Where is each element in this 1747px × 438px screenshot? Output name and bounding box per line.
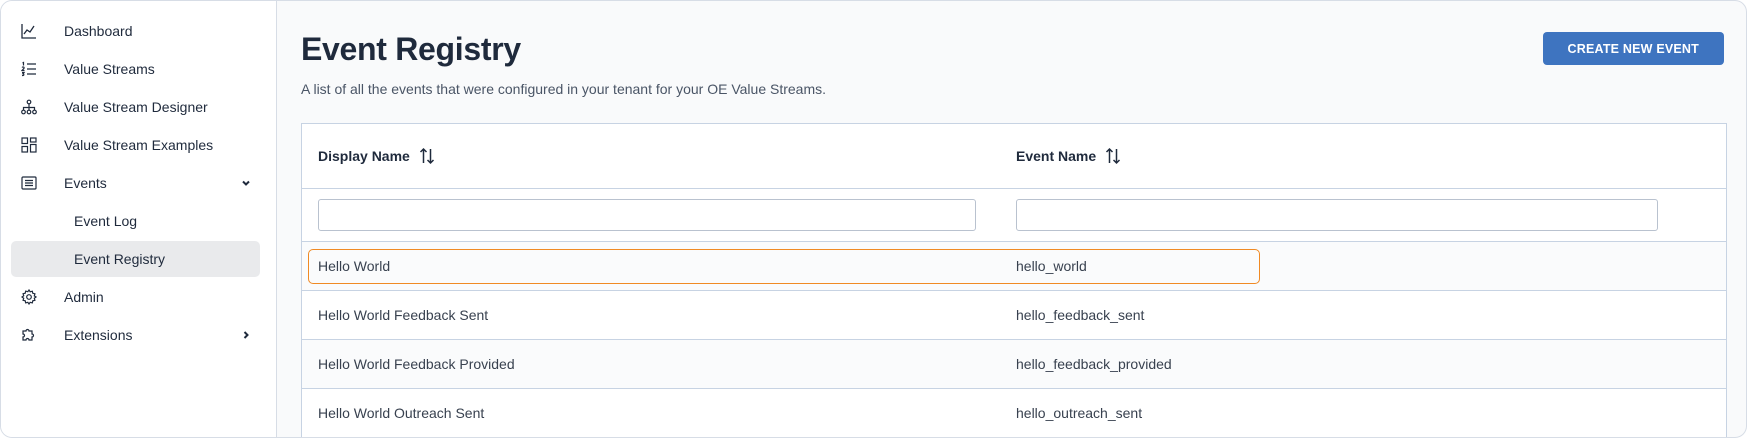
sort-icon[interactable] <box>418 147 436 165</box>
sitemap-icon <box>20 98 38 116</box>
list-numbered-icon <box>20 60 38 78</box>
page-subtitle: A list of all the events that were confi… <box>301 81 827 97</box>
sidebar-item-label: Event Log <box>74 213 138 229</box>
event-table: Display Name Event Name Hello World hell… <box>301 123 1727 437</box>
sidebar-item-admin[interactable]: Admin <box>11 279 260 315</box>
sidebar-item-label: Dashboard <box>64 23 133 39</box>
chart-line-icon <box>20 22 38 40</box>
column-header-event-name[interactable]: Event Name <box>1016 147 1726 165</box>
chevron-right-icon[interactable] <box>238 327 254 343</box>
sidebar-item-label: Extensions <box>64 327 133 343</box>
sidebar-item-event-registry[interactable]: Event Registry <box>11 241 260 277</box>
event-name-cell: hello_feedback_provided <box>1016 356 1172 372</box>
sidebar: Dashboard Value Streams Value Stream Des… <box>1 1 277 437</box>
chevron-down-icon[interactable] <box>238 175 254 191</box>
sort-icon[interactable] <box>1104 147 1122 165</box>
table-body: Hello World hello_world Hello World Feed… <box>302 242 1726 437</box>
event-name-cell: hello_outreach_sent <box>1016 405 1143 421</box>
page-title: Event Registry <box>301 31 521 67</box>
display-name-cell: Hello World Feedback Sent <box>318 307 489 323</box>
sidebar-item-label: Event Registry <box>74 251 166 267</box>
sidebar-item-extensions[interactable]: Extensions <box>11 317 260 353</box>
display-name-cell: Hello World Feedback Provided <box>318 356 515 372</box>
event-name-filter-input[interactable] <box>1016 199 1658 231</box>
filter-row <box>302 189 1726 242</box>
grid-icon <box>20 136 38 154</box>
sidebar-item-value-stream-designer[interactable]: Value Stream Designer <box>11 89 260 125</box>
sidebar-item-label: Value Stream Designer <box>64 99 208 115</box>
create-new-event-button[interactable]: CREATE NEW EVENT <box>1542 32 1724 65</box>
event-name-cell: hello_feedback_sent <box>1016 307 1145 323</box>
sidebar-item-label: Value Streams <box>64 61 155 77</box>
sidebar-item-label: Value Stream Examples <box>64 137 214 153</box>
sidebar-item-label: Admin <box>64 289 104 305</box>
table-row[interactable]: Hello World Feedback Sent hello_feedback… <box>302 291 1726 340</box>
table-header: Display Name Event Name <box>302 124 1726 189</box>
display-name-filter-input[interactable] <box>318 199 976 231</box>
event-name-cell: hello_world <box>1016 258 1087 274</box>
sidebar-item-event-log[interactable]: Event Log <box>11 203 260 239</box>
table-row[interactable]: Hello World hello_world <box>302 242 1726 291</box>
app-window: Dashboard Value Streams Value Stream Des… <box>0 0 1747 438</box>
sidebar-item-value-streams[interactable]: Value Streams <box>11 51 260 87</box>
gear-icon <box>20 288 38 306</box>
sidebar-item-label: Events <box>64 175 107 191</box>
table-row[interactable]: Hello World Feedback Provided hello_feed… <box>302 340 1726 389</box>
display-name-cell: Hello World <box>318 258 391 274</box>
list-box-icon <box>20 174 38 192</box>
puzzle-icon <box>20 326 38 344</box>
sidebar-item-dashboard[interactable]: Dashboard <box>11 13 260 49</box>
column-header-display-name[interactable]: Display Name <box>302 147 1016 165</box>
sidebar-item-events[interactable]: Events <box>11 165 260 201</box>
main-content: Event Registry A list of all the events … <box>277 1 1746 437</box>
sidebar-item-value-stream-examples[interactable]: Value Stream Examples <box>11 127 260 163</box>
display-name-cell: Hello World Outreach Sent <box>318 405 485 421</box>
table-row[interactable]: Hello World Outreach Sent hello_outreach… <box>302 389 1726 437</box>
